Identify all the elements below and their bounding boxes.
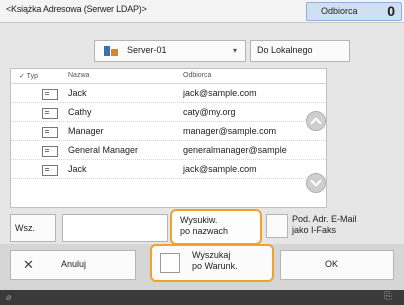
search-by-condition-button[interactable]: Wyszukaj po Warunk. (150, 244, 274, 282)
recipients-label: Odbiorca (321, 6, 358, 16)
search-by-name-button[interactable]: Wysukiw. po nazwach (170, 209, 262, 245)
server-icon (104, 46, 118, 56)
email-card-icon (42, 108, 58, 119)
server-select-value: Server-01 (127, 45, 167, 55)
email-card-icon (42, 165, 58, 176)
email-card-icon (42, 127, 58, 138)
header-type[interactable]: ✓ Typ (19, 72, 38, 80)
row-recipient: generalmanager@sample (183, 145, 287, 155)
status-bar: ⌀ ⎘ (0, 290, 404, 305)
table-row[interactable]: Manager manager@sample.com (11, 122, 326, 141)
list-rows: Jack jack@sample.com Cathy caty@my.org M… (11, 84, 326, 179)
table-row[interactable]: Jack jack@sample.com (11, 160, 326, 179)
address-list: ✓ Typ Nazwa Odbiorca Jack jack@sample.co… (10, 68, 327, 208)
server-select[interactable]: Server-01 ▾ (94, 40, 246, 62)
to-local-button[interactable]: Do Lokalnego (250, 40, 350, 62)
ifax-label: Pod. Adr. E-Mail jako I-Faks (292, 214, 357, 235)
search-input[interactable] (62, 214, 168, 242)
row-recipient: jack@sample.com (183, 88, 257, 98)
title-bar: <Książka Adresowa (Serwer LDAP)> Odbiorc… (0, 0, 404, 23)
search-by-name-label: Wysukiw. po nazwach (180, 215, 229, 236)
scroll-up-button[interactable] (306, 111, 326, 131)
ifax-checkbox[interactable] (266, 214, 288, 238)
to-local-label: Do Lokalnego (257, 45, 313, 55)
cancel-label: Anuluj (61, 259, 87, 269)
table-row[interactable]: General Manager generalmanager@sample (11, 141, 326, 160)
header-recipient[interactable]: Odbiorca (183, 72, 211, 79)
row-name: General Manager (68, 145, 139, 155)
ok-label: OK (325, 259, 339, 269)
search-by-condition-label: Wyszukaj po Warunk. (192, 250, 238, 271)
row-name: Manager (68, 126, 104, 136)
row-name: Jack (68, 88, 87, 98)
email-card-icon (42, 89, 58, 100)
window-title: <Książka Adresowa (Serwer LDAP)> (6, 4, 147, 14)
header-name[interactable]: Nazwa (68, 72, 89, 79)
search-all-button[interactable]: Wsz. (10, 214, 56, 242)
email-card-icon (42, 146, 58, 157)
recipients-counter[interactable]: Odbiorca 0 (306, 2, 402, 21)
row-name: Jack (68, 164, 87, 174)
close-icon: ✕ (23, 257, 34, 272)
scroll-down-button[interactable] (306, 173, 326, 193)
search-all-label: Wsz. (15, 223, 35, 233)
cancel-button[interactable]: ✕ Anuluj (10, 250, 136, 280)
list-header: ✓ Typ Nazwa Odbiorca (11, 69, 326, 84)
ok-button[interactable]: OK (280, 250, 394, 280)
recipients-count: 0 (387, 3, 395, 19)
row-name: Cathy (68, 107, 92, 117)
status-right-icon[interactable]: ⎘ (384, 291, 392, 302)
status-left-icon: ⌀ (6, 292, 12, 302)
table-row[interactable]: Cathy caty@my.org (11, 103, 326, 122)
ldap-address-book-screen: <Książka Adresowa (Serwer LDAP)> Odbiorc… (0, 0, 404, 305)
chevron-down-icon: ▾ (232, 46, 237, 55)
condition-checkbox (160, 253, 180, 273)
table-row[interactable]: Jack jack@sample.com (11, 84, 326, 103)
row-recipient: caty@my.org (183, 107, 236, 117)
row-recipient: manager@sample.com (183, 126, 277, 136)
row-recipient: jack@sample.com (183, 164, 257, 174)
